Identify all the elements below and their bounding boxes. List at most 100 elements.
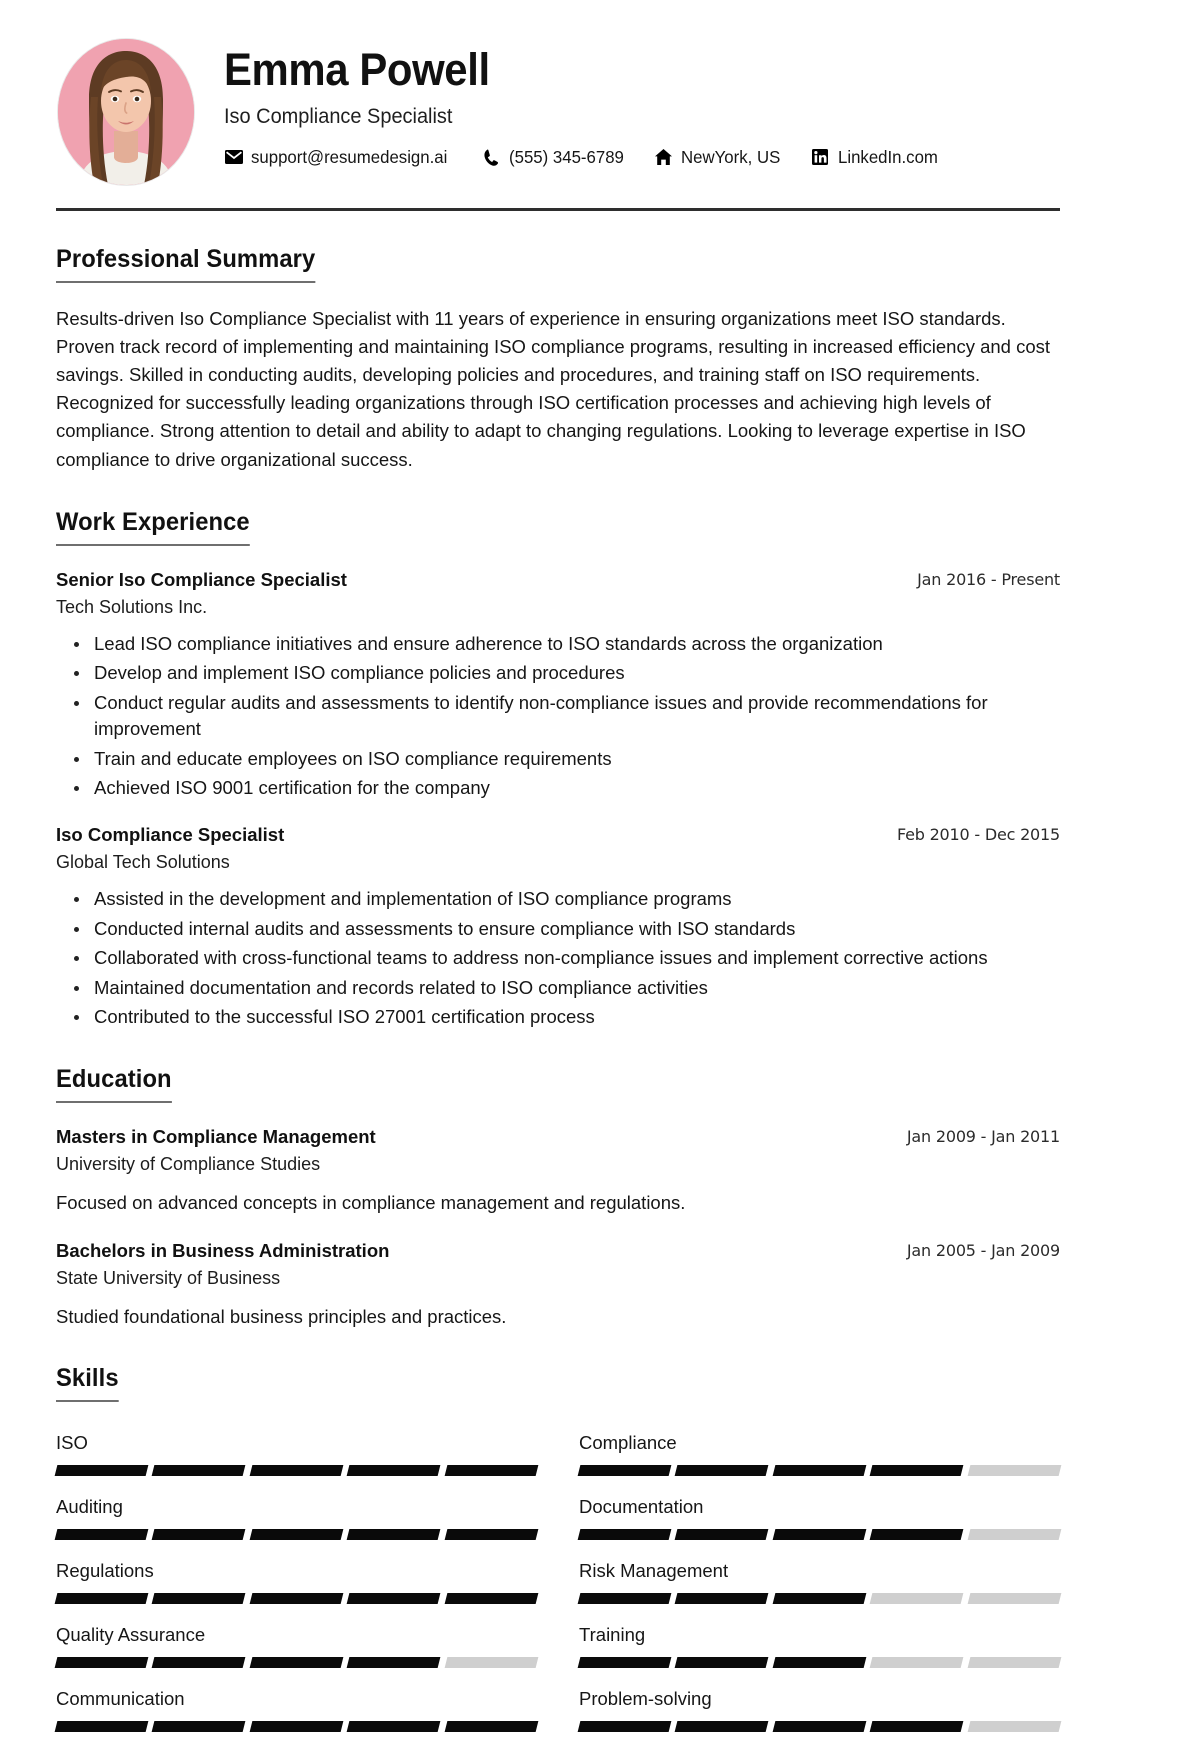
work-entry: Senior Iso Compliance Specialist Jan 201… [56,568,1060,802]
skill-segment [249,1465,344,1477]
skill-segment [249,1529,344,1541]
avatar [56,38,196,186]
skill-item: Compliance [577,1422,1062,1486]
skill-level-bar [577,1529,1062,1541]
skill-name: Auditing [56,1496,123,1518]
list-item: Develop and implement ISO compliance pol… [74,660,1060,686]
skill-segment [54,1721,149,1733]
list-item: Lead ISO compliance initiatives and ensu… [74,631,1060,657]
skill-segment [444,1529,539,1541]
skill-level-bar [54,1465,539,1477]
education-entry: Bachelors in Business Administration Jan… [56,1239,1060,1331]
skill-name: Documentation [579,1496,704,1518]
education-description: Studied foundational business principles… [56,1305,507,1327]
education-school: State University of Business [56,1267,281,1288]
header-divider [56,208,1060,211]
skill-item: Auditing [54,1486,539,1550]
work-role: Senior Iso Compliance Specialist [56,568,347,590]
contact-linkedin-label: LinkedIn.com [837,146,938,167]
section-work-experience: Work Experience Senior Iso Compliance Sp… [56,508,1060,1031]
skill-level-bar [577,1721,1062,1733]
skill-segment [967,1465,1062,1477]
education-date: Jan 2009 - Jan 2011 [906,1126,1060,1146]
section-title-skills: Skills [56,1364,119,1403]
contact-linkedin[interactable]: LinkedIn.com [811,147,942,168]
skill-segment [772,1657,867,1669]
skill-segment [346,1465,441,1477]
list-item: Conduct regular audits and assessments t… [74,690,1060,743]
education-entry-header: Masters in Compliance Management Jan 200… [56,1125,1060,1149]
skill-item: Communication [54,1678,539,1742]
skill-item: Documentation [577,1486,1062,1550]
resume-header: Emma Powell Iso Compliance Specialist su… [56,38,1060,208]
profile-photo [58,39,194,185]
skill-segment [772,1465,867,1477]
work-entry: Iso Compliance Specialist Feb 2010 - Dec… [56,823,1060,1030]
envelope-icon [224,149,243,166]
contact-phone[interactable]: (555) 345-6789 [482,147,629,168]
skill-name: Problem-solving [579,1688,712,1710]
skill-segment [54,1593,149,1605]
list-item: Achieved ISO 9001 certification for the … [74,775,1060,801]
skill-segment [577,1529,672,1541]
skill-level-bar [577,1593,1062,1605]
section-title-summary: Professional Summary [56,245,316,283]
work-entry-header: Iso Compliance Specialist Feb 2010 - Dec… [56,823,1060,847]
skill-name: Quality Assurance [56,1624,206,1646]
skill-name: Communication [56,1688,185,1710]
skill-level-bar [54,1593,539,1605]
work-date: Feb 2010 - Dec 2015 [896,825,1060,845]
skill-segment [444,1657,539,1669]
skill-level-bar [577,1465,1062,1477]
profile-photo-illustration [58,39,194,185]
summary-text: Results-driven Iso Compliance Specialist… [56,308,1051,470]
skill-segment [152,1529,247,1541]
skill-segment [675,1657,770,1669]
education-entry: Masters in Compliance Management Jan 200… [56,1125,1060,1217]
skill-segment [54,1657,149,1669]
skill-segment [346,1721,441,1733]
skill-name: Training [579,1624,646,1646]
work-role: Iso Compliance Specialist [56,824,285,846]
contact-location[interactable]: NewYork, US [654,147,784,168]
skill-segment [967,1721,1062,1733]
skill-item: Quality Assurance [54,1614,539,1678]
skill-segment [54,1465,149,1477]
skill-segment [152,1721,247,1733]
home-icon [654,149,673,166]
skill-segment [967,1657,1062,1669]
contact-email[interactable]: support@resumedesign.ai [224,147,456,168]
skill-segment [869,1657,964,1669]
skill-segment [249,1721,344,1733]
skill-level-bar [577,1657,1062,1669]
resume-page: Emma Powell Iso Compliance Specialist su… [0,0,1200,1762]
skill-level-bar [54,1721,539,1733]
education-school: University of Compliance Studies [56,1153,321,1174]
header-text-block: Emma Powell Iso Compliance Specialist su… [224,38,1060,168]
list-item: Assisted in the development and implemen… [74,886,1060,912]
skill-segment [869,1465,964,1477]
education-degree: Masters in Compliance Management [56,1125,376,1147]
work-bullets: Assisted in the development and implemen… [56,886,1060,1030]
list-item: Collaborated with cross-functional teams… [74,945,1060,971]
skill-segment [346,1593,441,1605]
skill-segment [346,1657,441,1669]
work-entry-header: Senior Iso Compliance Specialist Jan 201… [56,568,1060,592]
skill-segment [675,1529,770,1541]
skill-segment [772,1593,867,1605]
skill-segment [249,1657,344,1669]
skill-segment [675,1721,770,1733]
skill-segment [772,1721,867,1733]
skills-grid: ISO Compliance Auditing Documentation Regula… [54,1422,1062,1742]
skill-segment [675,1465,770,1477]
job-title: Iso Compliance Specialist [224,104,453,128]
list-item: Contributed to the successful ISO 27001 … [74,1004,1060,1030]
work-bullets: Lead ISO compliance initiatives and ensu… [56,631,1060,802]
skill-item: Problem-solving [577,1678,1062,1742]
contact-phone-label: (555) 345-6789 [508,146,624,167]
section-education: Education Masters in Compliance Manageme… [56,1065,1060,1331]
skill-segment [444,1465,539,1477]
skill-segment [869,1721,964,1733]
skill-name: ISO [56,1432,88,1454]
skill-level-bar [54,1529,539,1541]
